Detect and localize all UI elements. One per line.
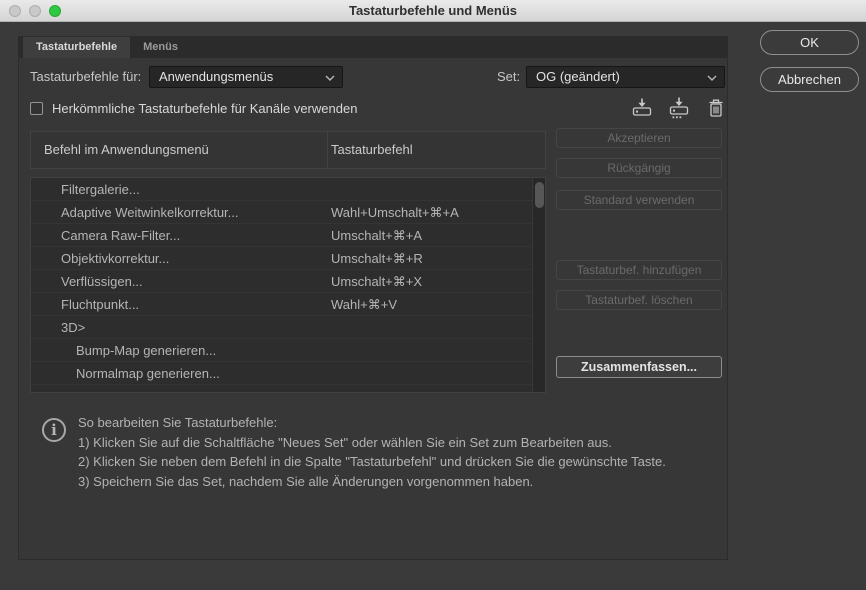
legacy-shortcuts-checkbox[interactable]: [30, 102, 43, 115]
window-close-icon: [9, 5, 21, 17]
accept-button[interactable]: Akzeptieren: [556, 128, 722, 148]
shortcut-cell: Wahl+Umschalt+⌘+A: [331, 205, 459, 220]
delete-shortcut-button[interactable]: Tastaturbef. löschen: [556, 290, 722, 310]
use-default-button[interactable]: Standard verwenden: [556, 190, 722, 210]
table-row[interactable]: Filtergalerie...: [31, 178, 545, 201]
set-dropdown[interactable]: OG (geändert): [526, 66, 725, 88]
shortcuts-for-dropdown[interactable]: Anwendungsmenüs: [149, 66, 343, 88]
table-row[interactable]: Adaptive Weitwinkelkorrektur... Wahl+Ums…: [31, 201, 545, 224]
info-circle-icon: i: [42, 418, 66, 442]
set-value: OG (geändert): [536, 69, 620, 84]
shortcut-cell: Umschalt+⌘+R: [331, 251, 423, 266]
command-cell: Adaptive Weitwinkelkorrektur...: [61, 205, 239, 220]
save-set-button[interactable]: [629, 96, 655, 120]
set-icon-buttons: [629, 96, 729, 120]
titlebar: Tastaturbefehle und Menüs: [0, 0, 866, 22]
set-label: Set:: [497, 69, 521, 84]
save-set-as-icon: [669, 97, 689, 119]
table-row[interactable]: Fluchtpunkt... Wahl+⌘+V: [31, 293, 545, 316]
command-cell: Filtergalerie...: [61, 182, 140, 197]
shortcuts-for-label: Tastaturbefehle für:: [30, 69, 142, 84]
shortcut-cell: Umschalt+⌘+X: [331, 274, 423, 289]
summarize-button[interactable]: Zusammenfassen...: [556, 356, 722, 378]
chevron-down-icon: [325, 75, 335, 81]
info-step: 3) Speichern Sie das Set, nachdem Sie al…: [78, 473, 534, 489]
shortcut-cell: Umschalt+⌘+A: [331, 228, 423, 243]
info-step: 2) Klicken Sie neben dem Befehl in die S…: [78, 454, 666, 469]
delete-set-button[interactable]: [703, 96, 729, 120]
command-cell: Normalmap generieren...: [76, 366, 220, 381]
scrollbar-thumb[interactable]: [535, 182, 544, 208]
shortcut-cell: Wahl+⌘+V: [331, 297, 397, 312]
legacy-shortcuts-label: Herkömmliche Tastaturbefehle für Kanäle …: [52, 101, 358, 116]
scrollbar-track[interactable]: [532, 178, 545, 392]
command-cell: Camera Raw-Filter...: [61, 228, 181, 243]
command-cell: 3D>: [61, 320, 86, 335]
tab-menus[interactable]: Menüs: [130, 37, 191, 58]
cancel-button[interactable]: Abbrechen: [760, 67, 859, 92]
table-row[interactable]: 3D>: [31, 316, 545, 339]
tab-tastaturbefehle[interactable]: Tastaturbefehle: [23, 37, 131, 58]
column-header-command: Befehl im Anwendungsmenü: [44, 142, 209, 157]
command-cell: Bump-Map generieren...: [76, 343, 217, 358]
info-heading: So bearbeiten Sie Tastaturbefehle:: [78, 415, 278, 430]
save-set-icon: [632, 98, 652, 116]
add-shortcut-button[interactable]: Tastaturbef. hinzufügen: [556, 260, 722, 280]
shortcuts-for-value: Anwendungsmenüs: [159, 69, 274, 84]
column-header-shortcut: Tastaturbefehl: [331, 142, 413, 157]
info-step: 1) Klicken Sie auf die Schaltfläche "Neu…: [78, 434, 612, 450]
command-cell: Objektivkorrektur...: [61, 251, 170, 266]
table-row[interactable]: Objektivkorrektur... Umschalt+⌘+R: [31, 247, 545, 270]
command-cell: Fluchtpunkt...: [61, 297, 140, 312]
column-divider: [327, 132, 328, 168]
command-cell: Verflüssigen...: [61, 274, 143, 289]
trash-icon: [709, 99, 723, 117]
window-title: Tastaturbefehle und Menüs: [348, 3, 518, 18]
table-row[interactable]: Normalmap generieren...: [31, 362, 545, 385]
ok-button[interactable]: OK: [760, 30, 859, 55]
window-minimize-icon: [29, 5, 41, 17]
chevron-down-icon: [707, 75, 717, 81]
main-panel: Tastaturbefehle Menüs Tastaturbefehle für…: [18, 36, 728, 560]
tab-bar: Tastaturbefehle Menüs: [19, 37, 727, 58]
save-set-as-button[interactable]: [666, 96, 692, 120]
window-controls: [9, 5, 61, 17]
table-row[interactable]: Verflüssigen... Umschalt+⌘+X: [31, 270, 545, 293]
table-row[interactable]: Bump-Map generieren...: [31, 339, 545, 362]
table-header: Befehl im Anwendungsmenü Tastaturbefehl: [30, 131, 546, 169]
info-text: So bearbeiten Sie Tastaturbefehle: 1) Kl…: [78, 413, 708, 491]
shortcut-list: Filtergalerie... Adaptive Weitwinkelkorr…: [30, 177, 546, 393]
table-row[interactable]: Camera Raw-Filter... Umschalt+⌘+A: [31, 224, 545, 247]
window-zoom-icon[interactable]: [49, 5, 61, 17]
undo-button[interactable]: Rückgängig: [556, 158, 722, 178]
